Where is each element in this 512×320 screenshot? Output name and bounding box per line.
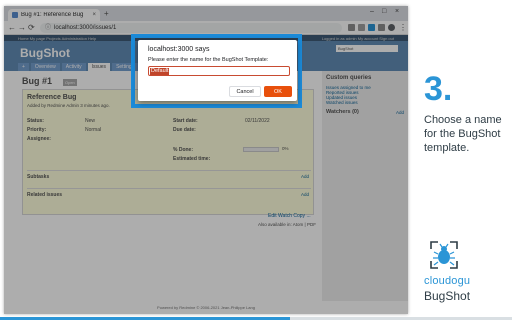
step-instruction: Choose a name for the BugShot template. <box>424 114 502 154</box>
cancel-button[interactable]: Cancel <box>229 86 261 97</box>
step-number: 3. <box>424 70 453 108</box>
ok-button[interactable]: OK <box>264 86 292 97</box>
brand-name: cloudogu <box>424 275 471 287</box>
dialog-title: localhost:3000 says <box>148 46 210 53</box>
bug-logo-icon <box>430 241 458 269</box>
browser-window: Bug #1: Reference Bug × + – □ × ← → ⟳ ⓘ … <box>4 6 408 314</box>
template-name-value[interactable]: Default <box>150 68 170 75</box>
tutorial-slide: Bug #1: Reference Bug × + – □ × ← → ⟳ ⓘ … <box>0 0 512 320</box>
dialog-prompt: Please enter the name for the BugShot Te… <box>148 57 269 63</box>
prompt-dialog: localhost:3000 says Please enter the nam… <box>138 40 297 101</box>
product-name: BugShot <box>424 289 471 303</box>
